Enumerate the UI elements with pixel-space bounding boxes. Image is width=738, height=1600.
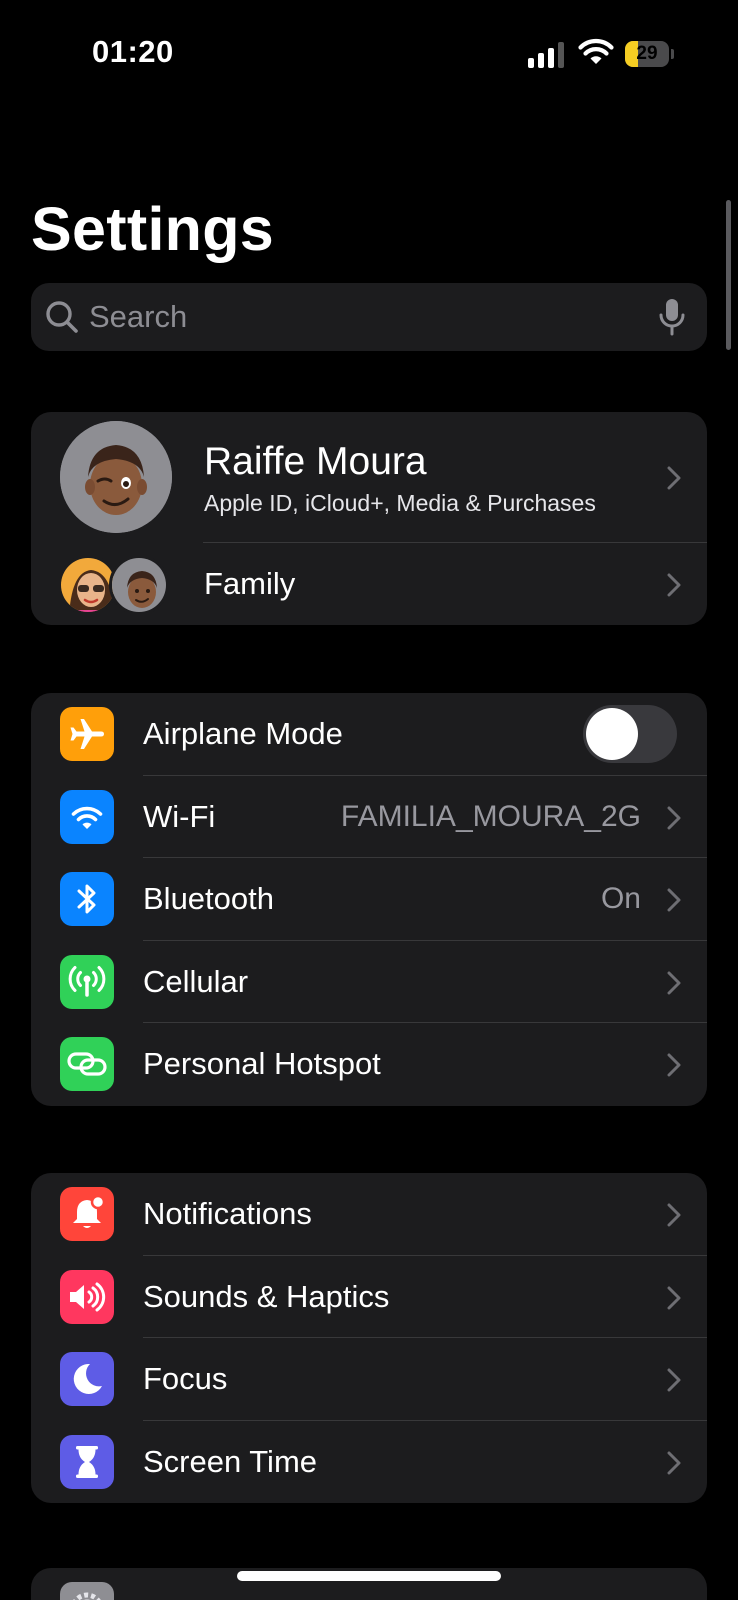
family-member-avatar xyxy=(109,555,169,615)
airplane-mode-row: Airplane Mode xyxy=(31,693,707,776)
search-bar[interactable] xyxy=(31,283,707,351)
avatar xyxy=(60,421,172,533)
gear-icon[interactable] xyxy=(60,1582,114,1600)
home-indicator[interactable] xyxy=(237,1571,501,1581)
wifi-network-name: FAMILIA_MOURA_2G xyxy=(340,799,641,833)
focus-label: Focus xyxy=(143,1361,228,1396)
profile-subtitle: Apple ID, iCloud+, Media & Purchases xyxy=(204,490,596,516)
wifi-row[interactable]: Wi-Fi FAMILIA_MOURA_2G xyxy=(31,776,707,858)
page-title: Settings xyxy=(31,195,275,263)
personal-hotspot-label: Personal Hotspot xyxy=(143,1046,381,1081)
status-bar: 01:20 29 xyxy=(0,0,738,110)
bluetooth-label: Bluetooth xyxy=(143,881,274,916)
profile-group: Raiffe Moura Apple ID, iCloud+, Media & … xyxy=(31,412,707,625)
bluetooth-icon xyxy=(60,872,114,926)
airplane-icon xyxy=(60,707,114,761)
sounds-haptics-row[interactable]: Sounds & Haptics xyxy=(31,1256,707,1338)
wifi-label: Wi-Fi xyxy=(143,798,216,834)
profile-name: Raiffe Moura xyxy=(204,440,427,483)
apple-id-row[interactable]: Raiffe Moura Apple ID, iCloud+, Media & … xyxy=(31,412,707,543)
alerts-group: Notifications Sounds & Haptics Focus Scr… xyxy=(31,1173,707,1503)
family-row[interactable]: Family xyxy=(31,543,707,625)
wifi-icon xyxy=(60,789,114,844)
cellular-signal-icon xyxy=(528,42,564,68)
bluetooth-status: On xyxy=(600,882,641,915)
chain-link-icon xyxy=(60,1037,114,1091)
chevron-right-icon xyxy=(667,1053,681,1077)
search-icon xyxy=(46,301,78,333)
speaker-icon xyxy=(60,1269,114,1324)
moon-icon xyxy=(60,1352,114,1406)
chevron-right-icon xyxy=(667,1368,681,1392)
chevron-right-icon xyxy=(667,1203,681,1227)
antenna-icon xyxy=(60,954,114,1009)
microphone-icon[interactable] xyxy=(657,297,687,337)
notifications-row[interactable]: Notifications xyxy=(31,1173,707,1256)
status-time: 01:20 xyxy=(92,34,174,69)
chevron-right-icon xyxy=(667,888,681,912)
chevron-right-icon xyxy=(667,573,681,597)
bell-icon xyxy=(60,1187,114,1241)
chevron-right-icon xyxy=(667,1286,681,1309)
hourglass-icon xyxy=(60,1434,114,1489)
chevron-right-icon xyxy=(667,806,681,829)
cellular-label: Cellular xyxy=(143,963,249,999)
connectivity-group: Airplane Mode Wi-Fi FAMILIA_MOURA_2G Blu… xyxy=(31,693,707,1106)
chevron-right-icon xyxy=(667,466,681,490)
scroll-indicator[interactable] xyxy=(726,200,731,350)
search-input[interactable] xyxy=(89,283,629,351)
airplane-mode-toggle[interactable] xyxy=(583,705,677,763)
personal-hotspot-row[interactable]: Personal Hotspot xyxy=(31,1023,707,1106)
sounds-haptics-label: Sounds & Haptics xyxy=(143,1278,390,1314)
cellular-row[interactable]: Cellular xyxy=(31,941,707,1023)
screen-time-label: Screen Time xyxy=(143,1443,318,1479)
notifications-label: Notifications xyxy=(143,1196,312,1231)
screen-time-row[interactable]: Screen Time xyxy=(31,1421,707,1504)
airplane-mode-label: Airplane Mode xyxy=(143,716,343,751)
battery-icon: 29 xyxy=(625,41,674,67)
chevron-right-icon xyxy=(667,971,681,994)
battery-level: 29 xyxy=(636,43,658,64)
wifi-status-icon xyxy=(578,39,614,64)
bluetooth-row[interactable]: Bluetooth On xyxy=(31,858,707,941)
focus-row[interactable]: Focus xyxy=(31,1338,707,1421)
family-label: Family xyxy=(204,566,296,601)
chevron-right-icon xyxy=(667,1451,681,1474)
